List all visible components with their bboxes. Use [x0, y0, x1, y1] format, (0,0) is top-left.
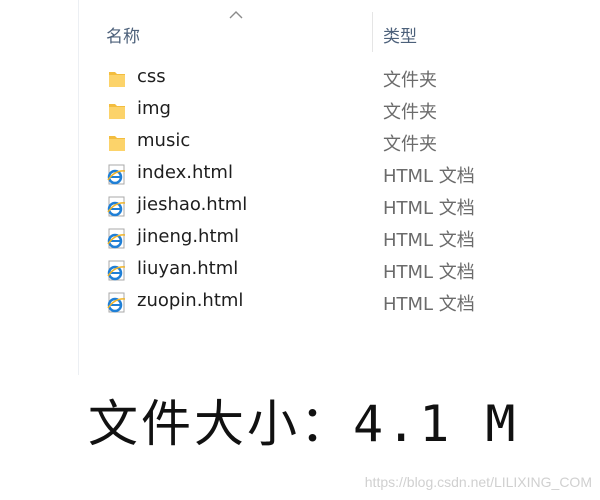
file-name: img	[137, 98, 171, 119]
file-type: 文件夹	[383, 70, 437, 91]
folder-icon	[106, 68, 128, 90]
file-name: css	[137, 66, 166, 87]
file-row[interactable]: zuopin.html HTML 文档	[100, 287, 580, 317]
file-type: HTML 文档	[383, 198, 475, 219]
file-name: jineng.html	[137, 226, 240, 247]
file-explorer-list: 名称 类型 css 文件夹 img 文件夹 music 文件夹 index.ht…	[0, 0, 600, 375]
file-size-caption: 文件大小：4.1 M	[88, 395, 519, 453]
ie-html-icon	[106, 228, 128, 250]
file-row[interactable]: index.html HTML 文档	[100, 159, 580, 189]
ie-html-icon	[106, 260, 128, 282]
file-name: jieshao.html	[137, 194, 248, 215]
column-divider[interactable]	[372, 12, 373, 52]
file-row[interactable]: css 文件夹	[100, 63, 580, 93]
file-type: HTML 文档	[383, 166, 475, 187]
file-row[interactable]: img 文件夹	[100, 95, 580, 125]
file-row[interactable]: jieshao.html HTML 文档	[100, 191, 580, 221]
sort-ascending-icon[interactable]	[229, 10, 243, 20]
file-name: zuopin.html	[137, 290, 244, 311]
ie-html-icon	[106, 164, 128, 186]
column-header-type[interactable]: 类型	[383, 22, 417, 47]
pane-border	[78, 0, 79, 375]
file-type: HTML 文档	[383, 294, 475, 315]
folder-icon	[106, 132, 128, 154]
file-row[interactable]: jineng.html HTML 文档	[100, 223, 580, 253]
folder-icon	[106, 100, 128, 122]
ie-html-icon	[106, 292, 128, 314]
file-type: 文件夹	[383, 102, 437, 123]
file-name: index.html	[137, 162, 233, 183]
file-type: 文件夹	[383, 134, 437, 155]
column-header-name[interactable]: 名称	[106, 22, 140, 47]
file-row[interactable]: liuyan.html HTML 文档	[100, 255, 580, 285]
file-name: music	[137, 130, 191, 151]
file-row[interactable]: music 文件夹	[100, 127, 580, 157]
file-type: HTML 文档	[383, 262, 475, 283]
file-name: liuyan.html	[137, 258, 239, 279]
watermark: https://blog.csdn.net/LILIXING_COM	[364, 474, 592, 490]
file-type: HTML 文档	[383, 230, 475, 251]
ie-html-icon	[106, 196, 128, 218]
